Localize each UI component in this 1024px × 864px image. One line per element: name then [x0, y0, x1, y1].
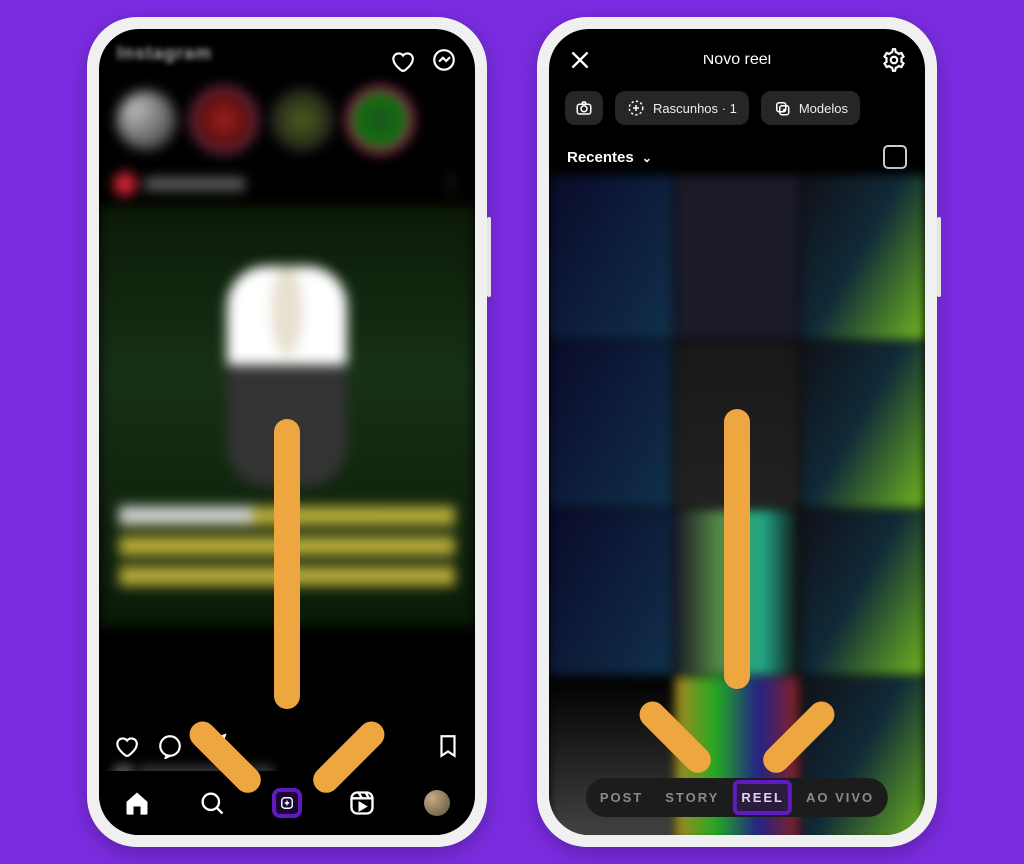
phone-right: Novo reel Rascunhos · 1 Modelos Recentes… — [537, 17, 937, 847]
camera-button[interactable] — [565, 91, 603, 125]
messenger-icon[interactable] — [431, 48, 457, 74]
instagram-feed-screen: Instagram ⋮ — [99, 29, 475, 835]
templates-button[interactable]: Modelos — [761, 91, 860, 125]
comment-icon[interactable] — [157, 733, 183, 759]
highlight-box — [733, 780, 792, 815]
gallery-tile[interactable] — [801, 175, 925, 340]
gallery-grid[interactable] — [549, 175, 925, 835]
post-media-content — [227, 266, 347, 486]
gallery-tile[interactable] — [549, 510, 673, 675]
post-actions — [99, 721, 475, 759]
share-icon[interactable] — [201, 733, 227, 759]
close-icon[interactable] — [567, 47, 593, 73]
feed-post: ⋮ — [99, 161, 475, 721]
drafts-button[interactable]: Rascunhos · 1 — [615, 91, 749, 125]
create-mode-selector[interactable]: POST STORY REEL AO VIVO — [586, 778, 888, 817]
gallery-tile[interactable] — [675, 342, 799, 507]
nav-home-icon[interactable] — [122, 788, 152, 818]
phone-notch — [232, 29, 342, 55]
nav-profile-avatar[interactable] — [422, 788, 452, 818]
post-media[interactable] — [99, 206, 475, 626]
mode-story[interactable]: STORY — [665, 790, 719, 805]
instagram-logo[interactable]: Instagram — [117, 43, 212, 64]
gallery-tile[interactable] — [549, 175, 673, 340]
phone-left: Instagram ⋮ — [87, 17, 487, 847]
mode-reel[interactable]: REEL — [741, 790, 784, 805]
gallery-tile[interactable] — [801, 342, 925, 507]
new-reel-screen: Novo reel Rascunhos · 1 Modelos Recentes… — [549, 29, 925, 835]
recents-dropdown[interactable]: Recentes ⌄ — [567, 149, 652, 166]
stories-tray[interactable] — [99, 75, 475, 161]
reel-source-row: Rascunhos · 1 Modelos — [549, 79, 925, 137]
like-icon[interactable] — [113, 733, 139, 759]
story-avatar[interactable] — [271, 89, 333, 151]
story-avatar[interactable] — [193, 89, 255, 151]
drafts-label: Rascunhos · 1 — [653, 101, 737, 116]
post-author-name[interactable] — [145, 178, 245, 190]
settings-gear-icon[interactable] — [881, 47, 907, 73]
mode-post[interactable]: POST — [600, 790, 643, 805]
post-media-overlay — [119, 506, 455, 596]
save-icon[interactable] — [435, 733, 461, 759]
gallery-tile[interactable] — [549, 342, 673, 507]
post-options-icon[interactable]: ⋮ — [441, 171, 461, 196]
story-avatar[interactable] — [115, 89, 177, 151]
nav-create-icon[interactable] — [272, 788, 302, 818]
gallery-tile[interactable] — [801, 510, 925, 675]
activity-heart-icon[interactable] — [389, 48, 415, 74]
post-author-avatar[interactable] — [113, 172, 137, 196]
templates-label: Modelos — [799, 101, 848, 116]
phone-notch — [682, 29, 792, 55]
gallery-section-header: Recentes ⌄ — [549, 137, 925, 175]
story-avatar[interactable] — [349, 89, 411, 151]
chevron-down-icon: ⌄ — [642, 151, 652, 165]
gallery-tile[interactable] — [675, 510, 799, 675]
post-header[interactable]: ⋮ — [99, 161, 475, 206]
bottom-nav — [99, 771, 475, 835]
gallery-tile[interactable] — [675, 175, 799, 340]
multi-select-icon[interactable] — [883, 145, 907, 169]
nav-search-icon[interactable] — [197, 788, 227, 818]
nav-reels-icon[interactable] — [347, 788, 377, 818]
mode-live[interactable]: AO VIVO — [806, 790, 874, 805]
